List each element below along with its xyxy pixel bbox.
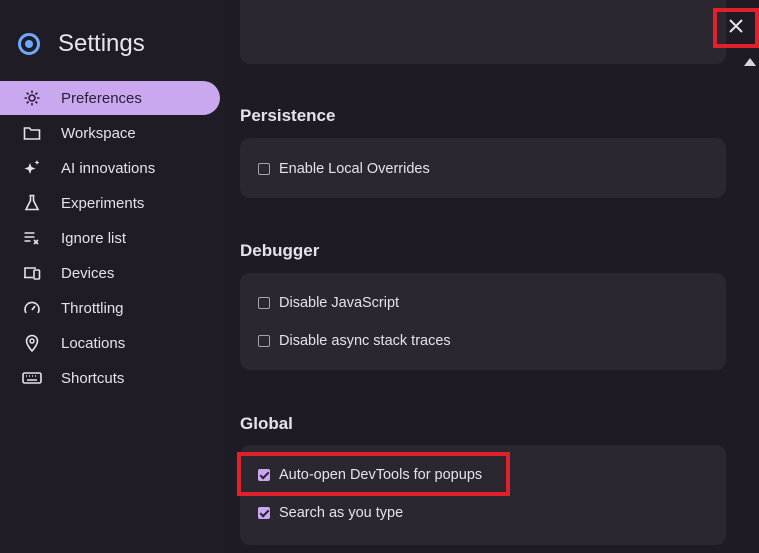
section-title-debugger: Debugger xyxy=(240,241,320,260)
checkbox-checked[interactable] xyxy=(258,507,270,519)
checkbox-label: Enable Local Overrides xyxy=(279,161,430,177)
scroll-up-arrow-icon[interactable] xyxy=(744,58,756,66)
sidebar-item-label: Locations xyxy=(61,334,126,352)
close-icon xyxy=(728,18,744,39)
sidebar-item-label: Workspace xyxy=(61,124,136,142)
checkbox-label: Search as you type xyxy=(279,505,404,521)
sidebar-item-label: Devices xyxy=(61,264,115,282)
settings-content[interactable]: Persistence Enable Local Overrides Debug… xyxy=(228,0,739,553)
highlight-box xyxy=(237,452,510,496)
sidebar-item-throttling[interactable]: Throttling xyxy=(0,291,220,325)
gear-icon xyxy=(22,88,42,108)
settings-logo-icon xyxy=(18,33,40,55)
pin-icon xyxy=(22,333,42,353)
settings-header: Settings xyxy=(18,30,145,58)
sidebar-item-label: Experiments xyxy=(61,194,145,212)
sidebar-item-ai-innovations[interactable]: AI innovations xyxy=(0,151,220,185)
sidebar-item-label: Ignore list xyxy=(61,229,127,247)
section-title-global: Global xyxy=(240,414,293,433)
list-x-icon xyxy=(22,228,42,248)
section-title-persistence: Persistence xyxy=(240,106,336,125)
settings-card-debugger: Disable JavaScript Disable async stack t… xyxy=(240,273,726,370)
sidebar-nav: Preferences Workspace AI innovations Exp… xyxy=(0,81,228,396)
sidebar-item-shortcuts[interactable]: Shortcuts xyxy=(0,361,220,395)
flask-icon xyxy=(22,193,42,213)
devices-icon xyxy=(22,263,42,283)
close-button[interactable] xyxy=(713,8,759,48)
sidebar-item-label: Shortcuts xyxy=(61,369,125,387)
sidebar-item-label: Throttling xyxy=(61,299,124,317)
enable-local-overrides-checkbox[interactable]: Enable Local Overrides xyxy=(258,161,430,177)
search-as-you-type-checkbox[interactable]: Search as you type xyxy=(258,505,403,521)
sidebar-item-devices[interactable]: Devices xyxy=(0,256,220,290)
checkbox[interactable] xyxy=(258,335,270,347)
page-title: Settings xyxy=(58,30,145,57)
checkbox[interactable] xyxy=(258,297,270,309)
checkbox[interactable] xyxy=(258,163,270,175)
folder-icon xyxy=(22,123,42,143)
disable-async-stack-traces-checkbox[interactable]: Disable async stack traces xyxy=(258,333,451,349)
checkbox-label: Disable JavaScript xyxy=(279,295,400,311)
gauge-icon xyxy=(22,298,42,318)
disable-javascript-checkbox[interactable]: Disable JavaScript xyxy=(258,295,399,311)
sidebar-item-label: AI innovations xyxy=(61,159,156,177)
keyboard-icon xyxy=(22,368,42,388)
sidebar-item-preferences[interactable]: Preferences xyxy=(0,81,220,115)
checkbox-label: Disable async stack traces xyxy=(279,333,451,349)
settings-card-previous xyxy=(240,0,726,64)
sidebar: Settings Preferences Workspace AI innova… xyxy=(0,0,228,553)
sidebar-item-experiments[interactable]: Experiments xyxy=(0,186,220,220)
sidebar-item-locations[interactable]: Locations xyxy=(0,326,220,360)
sidebar-item-workspace[interactable]: Workspace xyxy=(0,116,220,150)
sidebar-item-ignore-list[interactable]: Ignore list xyxy=(0,221,220,255)
sidebar-item-label: Preferences xyxy=(61,89,142,107)
sparkle-icon xyxy=(22,158,42,178)
vertical-scrollbar[interactable] xyxy=(739,0,759,553)
settings-card-persistence: Enable Local Overrides xyxy=(240,138,726,198)
